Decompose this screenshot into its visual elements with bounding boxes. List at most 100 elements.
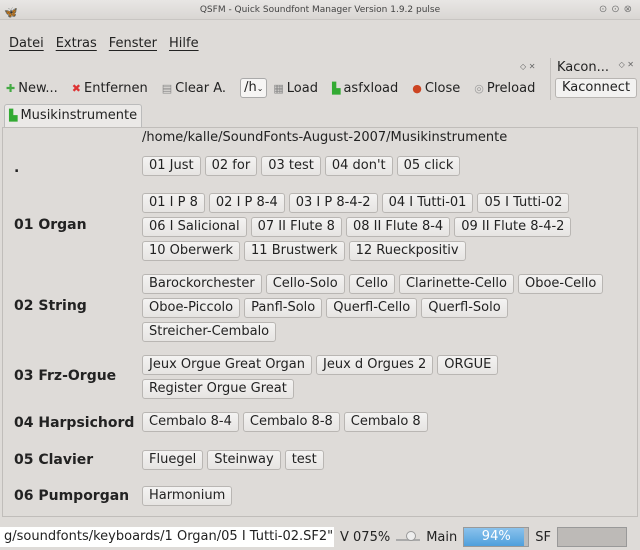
title-bar: 🦋 QSFM - Quick Soundfont Manager Version… bbox=[0, 0, 640, 20]
group-label: 01 Organ bbox=[14, 217, 87, 233]
soundfont-button[interactable]: 03 test bbox=[261, 156, 321, 176]
window-title: QSFM - Quick Soundfont Manager Version 1… bbox=[199, 5, 441, 15]
soundfont-button[interactable]: Jeux d Orgues 2 bbox=[316, 355, 434, 375]
soundfont-button[interactable]: 05 click bbox=[396, 156, 461, 176]
soundfont-button[interactable]: Querfl-Cello bbox=[326, 298, 418, 318]
group-buttons: 01 I P 8 02 I P 8-4 03 I P 8-4-2 04 I Tutti… bbox=[142, 193, 612, 261]
soundfont-button[interactable]: 06 I Salicional bbox=[142, 217, 247, 237]
remove-label: Entfernen bbox=[84, 80, 148, 96]
dock-close-icon[interactable]: ◇ ✕ bbox=[619, 60, 634, 69]
soundfont-button[interactable]: 02 I P 8-4 bbox=[208, 193, 285, 213]
soundfont-button[interactable]: 08 II Flute 8-4 bbox=[345, 217, 451, 237]
group-buttons: Cembalo 8-4 Cembalo 8-8 Cembalo 8 bbox=[142, 412, 612, 432]
soundfont-button[interactable]: 03 I P 8-4-2 bbox=[288, 193, 378, 213]
kaconnect-button[interactable]: Kaconnect bbox=[555, 78, 637, 98]
soundfont-button[interactable]: Cello-Solo bbox=[265, 274, 345, 294]
soundfont-button[interactable]: Querfl-Solo bbox=[421, 298, 508, 318]
soundfont-button[interactable]: 05 I Tutti-02 bbox=[477, 193, 570, 213]
soundfont-button[interactable]: Cembalo 8-8 bbox=[242, 412, 340, 432]
asfxload-label: asfxload bbox=[343, 80, 399, 96]
soundfont-button[interactable]: Panfl-Solo bbox=[244, 298, 323, 318]
preload-label: Preload bbox=[486, 80, 536, 96]
soundfont-button[interactable]: Barockorchester bbox=[142, 274, 262, 294]
app-icon[interactable]: 🦋 bbox=[4, 3, 18, 23]
new-label: New... bbox=[18, 80, 58, 96]
sf-label: SF bbox=[535, 529, 551, 545]
soundfont-button[interactable]: Harmonium bbox=[142, 486, 233, 506]
soundfont-button[interactable]: 10 Oberwerk bbox=[142, 241, 241, 261]
preload-icon: ◎ bbox=[474, 81, 484, 95]
group-label: 02 String bbox=[14, 298, 87, 314]
menu-fenster[interactable]: Fenster bbox=[109, 36, 157, 56]
group-label: 06 Pumporgan bbox=[14, 488, 130, 504]
tab-label: Musikinstrumente bbox=[20, 108, 138, 123]
combo-value: /h bbox=[244, 80, 257, 95]
sf-level-bar bbox=[556, 527, 627, 547]
soundfont-button[interactable]: 02 for bbox=[204, 156, 258, 176]
soundfont-button[interactable]: Cembalo 8 bbox=[343, 412, 428, 432]
main-value: 94% bbox=[481, 529, 511, 544]
soundfont-button[interactable]: 12 Rueckpositiv bbox=[348, 241, 466, 261]
load-button[interactable]: ▦ Load bbox=[273, 81, 318, 96]
soundfont-button[interactable]: Register Orgue Great bbox=[142, 379, 294, 399]
soundfont-button[interactable]: 04 don't bbox=[324, 156, 393, 176]
main-level-bar: 94% bbox=[463, 527, 530, 547]
preload-button[interactable]: ◎ Preload bbox=[474, 81, 535, 96]
soundfont-button[interactable]: Cembalo 8-4 bbox=[142, 412, 239, 432]
new-button[interactable]: ✚ New... bbox=[6, 81, 58, 96]
kacon-title: Kacon... bbox=[557, 60, 609, 75]
plus-icon: ✚ bbox=[6, 81, 16, 95]
soundfont-button[interactable]: Clarinette-Cello bbox=[398, 274, 514, 294]
close-icon: ● bbox=[412, 81, 422, 95]
group-label: 05 Clavier bbox=[14, 452, 94, 468]
clear-label: Clear A. bbox=[175, 80, 227, 96]
volume-slider[interactable] bbox=[396, 531, 421, 541]
group-buttons: Harmonium bbox=[142, 486, 612, 506]
window-controls[interactable]: ⊙⊙⊗ bbox=[599, 0, 636, 20]
load-icon: ▦ bbox=[273, 81, 284, 95]
volume-label: V 075% bbox=[340, 529, 391, 545]
main-label: Main bbox=[426, 529, 458, 545]
soundfont-button[interactable]: ORGUE bbox=[437, 355, 499, 375]
group-label: 04 Harpsichord bbox=[14, 415, 135, 431]
dock-close-icon[interactable]: ◇ ✕ bbox=[520, 62, 535, 71]
soundfont-button[interactable]: Jeux Orgue Great Organ bbox=[142, 355, 312, 375]
soundfont-button[interactable]: test bbox=[284, 450, 324, 470]
group-buttons: Fluegel Steinway test bbox=[142, 450, 612, 470]
soundfont-button[interactable]: 01 Just bbox=[142, 156, 201, 176]
soundfont-button[interactable]: Steinway bbox=[207, 450, 281, 470]
clear-icon: ▤ bbox=[161, 81, 173, 95]
tab-musikinstrumente[interactable]: ▙ Musikinstrumente bbox=[4, 104, 143, 128]
group-buttons: 01 Just 02 for 03 test 04 don't 05 click bbox=[142, 156, 612, 176]
menu-extras[interactable]: Extras bbox=[56, 36, 97, 56]
status-bar: g/soundfonts/keyboards/1 Organ/05 I Tutt… bbox=[0, 524, 640, 550]
soundfont-button[interactable]: 09 II Flute 8-4-2 bbox=[454, 217, 572, 237]
soundfont-combo[interactable]: g/soundfonts/keyboards/1 Organ/05 I Tutt… bbox=[0, 527, 334, 547]
current-path: /home/kalle/SoundFonts-August-2007/Musik… bbox=[142, 130, 508, 145]
soundfont-button[interactable]: Streicher-Cembalo bbox=[142, 322, 277, 342]
menu-hilfe[interactable]: Hilfe bbox=[169, 36, 199, 56]
group-buttons: Jeux Orgue Great Organ Jeux d Orgues 2 ORG… bbox=[142, 355, 612, 399]
kacon-dock: Kacon... ◇ ✕ Kaconnect bbox=[550, 58, 640, 100]
soundfont-button[interactable]: Oboe-Cello bbox=[517, 274, 604, 294]
soundfont-button[interactable]: 04 I Tutti-01 bbox=[381, 193, 474, 213]
soundfont-button[interactable]: 07 II Flute 8 bbox=[250, 217, 342, 237]
group-label: 03 Frz-Orgue bbox=[14, 368, 117, 384]
close-button[interactable]: ● Close bbox=[412, 81, 460, 96]
clear-button[interactable]: ▤ Clear A. bbox=[162, 81, 226, 96]
asfxload-button[interactable]: ▙ asfxload bbox=[332, 81, 398, 96]
remove-button[interactable]: ✖ Entfernen bbox=[72, 81, 148, 96]
chevron-down-icon: ⌄ bbox=[256, 84, 264, 93]
soundfont-button[interactable]: Oboe-Piccolo bbox=[142, 298, 241, 318]
close-label: Close bbox=[424, 80, 461, 96]
path-combo[interactable]: /h⌄ bbox=[240, 78, 268, 98]
soundfont-button[interactable]: 11 Brustwerk bbox=[244, 241, 345, 261]
group-label: . bbox=[14, 160, 20, 176]
remove-icon: ✖ bbox=[71, 81, 81, 95]
soundfont-button[interactable]: Cello bbox=[348, 274, 395, 294]
soundfont-button[interactable]: Fluegel bbox=[142, 450, 204, 470]
soundfont-value: g/soundfonts/keyboards/1 Organ/05 I Tutt… bbox=[4, 529, 334, 544]
toolbar: ✚ New... ✖ Entfernen ▤ Clear A. /h⌄ ▦ Load ▙… bbox=[0, 76, 535, 100]
soundfont-button[interactable]: 01 I P 8 bbox=[142, 193, 205, 213]
menu-datei[interactable]: Datei bbox=[9, 36, 44, 56]
